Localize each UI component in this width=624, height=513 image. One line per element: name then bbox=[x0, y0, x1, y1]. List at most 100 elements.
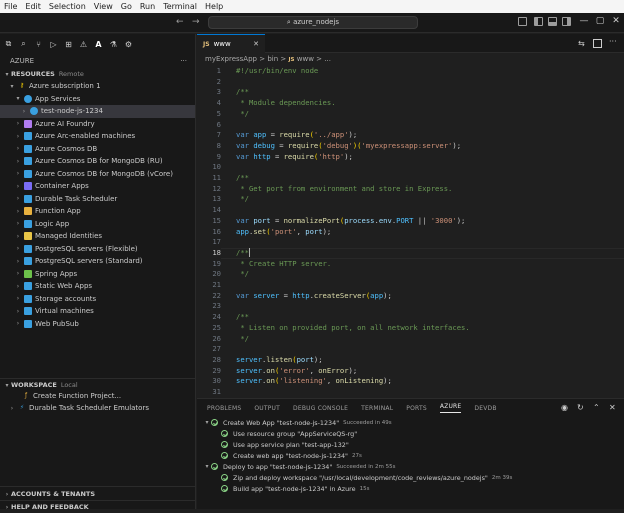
menu-go[interactable]: Go bbox=[121, 2, 132, 11]
tree-item-resource[interactable]: › Managed Identities bbox=[0, 230, 195, 243]
chevron-right-icon: › bbox=[16, 220, 20, 228]
tree-item-resource[interactable]: › Static Web Apps bbox=[0, 280, 195, 293]
tree-item-resource[interactable]: › Web PubSub bbox=[0, 318, 195, 331]
workspace-item-dts-emulators[interactable]: › ⚡ Durable Task Scheduler Emulators bbox=[0, 402, 149, 415]
split-editor-icon[interactable] bbox=[593, 39, 602, 48]
run-debug-icon[interactable]: ▷ bbox=[49, 40, 58, 49]
close-tab-icon[interactable]: ✕ bbox=[253, 40, 259, 48]
testing-icon[interactable]: ⚗ bbox=[109, 40, 118, 49]
success-check-icon bbox=[221, 474, 228, 481]
tree-item-subscription[interactable]: ▾ ⚷ Azure subscription 1 bbox=[0, 80, 195, 93]
code-editor[interactable]: 1 2 3 4 5 6 7 8 9 10 11 12 13 14 15 16 17 18 19 20 21 22 23 24 2… bbox=[197, 66, 624, 398]
activity-item[interactable]: Use resource group "AppServiceQS-rg" bbox=[203, 428, 624, 439]
menu-run[interactable]: Run bbox=[140, 2, 155, 11]
menu-edit[interactable]: Edit bbox=[25, 2, 41, 11]
settings-icon[interactable]: ⚙ bbox=[124, 40, 133, 49]
warning-icon[interactable]: ⚠ bbox=[79, 40, 88, 49]
menu-selection[interactable]: Selection bbox=[49, 2, 86, 11]
toggle-sidebar-icon[interactable] bbox=[534, 17, 543, 26]
tab-terminal[interactable]: TERMINAL bbox=[361, 405, 393, 412]
forward-arrow-icon[interactable]: → bbox=[192, 17, 200, 27]
minimize-icon[interactable]: — bbox=[578, 15, 590, 27]
copilot-icon[interactable] bbox=[518, 17, 527, 26]
tree-item-resource[interactable]: › Spring Apps bbox=[0, 268, 195, 281]
tree-item-resource[interactable]: › Azure Arc-enabled machines bbox=[0, 130, 195, 143]
line-number: 14 bbox=[212, 205, 221, 215]
chevron-right-icon: › bbox=[16, 145, 20, 153]
resources-section-header[interactable]: ▾ RESOURCES Remote bbox=[0, 68, 195, 80]
activity-item[interactable]: Use app service plan "test-app-132" bbox=[203, 439, 624, 450]
resource-type-icon bbox=[24, 257, 32, 266]
line-number: 30 bbox=[212, 376, 221, 386]
toggle-secondary-sidebar-icon[interactable] bbox=[562, 17, 571, 26]
breadcrumb-folder[interactable]: myExpressApp bbox=[205, 55, 257, 63]
resource-list: › Azure AI Foundry › Azure Arc-enabled mach… bbox=[0, 118, 195, 331]
activity-item[interactable]: Create web app "test-node-js-1234" 27s bbox=[203, 450, 624, 461]
tree-item-resource[interactable]: › Azure AI Foundry bbox=[0, 118, 195, 131]
tab-debug-console[interactable]: DEBUG CONSOLE bbox=[293, 405, 348, 412]
tree-item-resource[interactable]: › Storage accounts bbox=[0, 293, 195, 306]
tree-item-resource[interactable]: › Azure Cosmos DB bbox=[0, 143, 195, 156]
tab-ports[interactable]: PORTS bbox=[406, 405, 427, 412]
activity-text: Use resource group "AppServiceQS-rg" bbox=[233, 429, 358, 438]
azure-icon[interactable]: A bbox=[94, 40, 103, 49]
back-arrow-icon[interactable]: ← bbox=[176, 17, 184, 27]
chevron-down-icon: ▾ bbox=[16, 95, 20, 103]
maximize-icon[interactable]: ▢ bbox=[594, 15, 606, 27]
breadcrumb-separator: > bbox=[259, 55, 266, 63]
resource-type-icon bbox=[24, 207, 32, 216]
open-changes-icon[interactable]: ⇆ bbox=[578, 39, 585, 48]
menu-file[interactable]: File bbox=[4, 2, 17, 11]
workspace-item-create-function[interactable]: ƒ Create Function Project... bbox=[0, 390, 121, 403]
command-center-search[interactable]: ⌕ azure_nodejs bbox=[208, 16, 418, 29]
chevron-down-icon: ▾ bbox=[205, 463, 209, 470]
resource-type-icon bbox=[24, 319, 32, 328]
app-services-icon bbox=[24, 94, 32, 103]
tab-problems[interactable]: PROBLEMS bbox=[207, 405, 241, 412]
code-line: var app = require('../app'); bbox=[236, 130, 358, 140]
extensions-icon[interactable]: ⊞ bbox=[64, 40, 73, 49]
tree-item-resource[interactable]: › Logic App bbox=[0, 218, 195, 231]
more-actions-icon[interactable]: ··· bbox=[609, 37, 617, 46]
tree-item-resource[interactable]: › Virtual machines bbox=[0, 305, 195, 318]
explorer-icon[interactable]: ⧉ bbox=[4, 39, 13, 49]
source-control-icon[interactable]: ⑂ bbox=[34, 40, 43, 49]
line-number: 17 bbox=[212, 237, 221, 247]
tab-devdb[interactable]: DEVDB bbox=[474, 405, 496, 412]
tree-item-resource[interactable]: › Container Apps bbox=[0, 180, 195, 193]
tree-item-resource[interactable]: › Durable Task Scheduler bbox=[0, 193, 195, 206]
tree-item-resource[interactable]: › PostgreSQL servers (Standard) bbox=[0, 255, 195, 268]
close-panel-icon[interactable]: ✕ bbox=[609, 403, 616, 412]
maximize-panel-icon[interactable]: ⌃ bbox=[593, 403, 600, 412]
tab-www[interactable]: JS www ✕ bbox=[197, 34, 265, 53]
tab-azure[interactable]: AZURE bbox=[439, 403, 462, 413]
tree-item-resource[interactable]: › PostgreSQL servers (Flexible) bbox=[0, 243, 195, 256]
menu-terminal[interactable]: Terminal bbox=[163, 2, 197, 11]
tree-item-web-app[interactable]: › test-node-js-1234 bbox=[0, 105, 195, 118]
activity-item[interactable]: ▾ Create Web App "test-node-js-1234" Succe… bbox=[203, 417, 624, 428]
chevron-down-icon: ▾ bbox=[5, 381, 9, 389]
activity-item[interactable]: ▾ Deploy to app "test-node-js-1234" Succee… bbox=[203, 461, 624, 472]
tree-item-resource[interactable]: › Azure Cosmos DB for MongoDB (vCore) bbox=[0, 168, 195, 181]
refresh-icon[interactable]: ↻ bbox=[577, 403, 584, 412]
more-actions-icon[interactable]: ··· bbox=[180, 57, 187, 65]
help-section-header[interactable]: › HELP AND FEEDBACK bbox=[0, 501, 196, 513]
line-number: 8 bbox=[216, 140, 221, 150]
breadcrumb-symbol[interactable]: ... bbox=[324, 55, 331, 63]
activity-item[interactable]: Zip and deploy workspace "/usr/local/dev… bbox=[203, 472, 624, 483]
menu-view[interactable]: View bbox=[94, 2, 113, 11]
status-circle-icon[interactable]: ◉ bbox=[561, 403, 568, 412]
menu-help[interactable]: Help bbox=[205, 2, 223, 11]
search-view-icon[interactable]: ⌕ bbox=[19, 39, 28, 49]
activity-item[interactable]: Build app "test-node-js-1234" in Azure 15… bbox=[203, 483, 624, 494]
tree-item-resource[interactable]: › Function App bbox=[0, 205, 195, 218]
tab-output[interactable]: OUTPUT bbox=[254, 405, 280, 412]
breadcrumb-bin[interactable]: bin bbox=[267, 55, 278, 63]
tree-item-app-services[interactable]: ▾ App Services bbox=[0, 93, 195, 106]
toggle-panel-icon[interactable] bbox=[548, 17, 557, 26]
close-icon[interactable]: ✕ bbox=[610, 15, 622, 27]
code-line: * Get port from environment and store in… bbox=[236, 183, 453, 193]
tree-item-resource[interactable]: › Azure Cosmos DB for MongoDB (RU) bbox=[0, 155, 195, 168]
breadcrumb-file[interactable]: www bbox=[297, 55, 314, 63]
accounts-section-header[interactable]: › ACCOUNTS & TENANTS bbox=[0, 488, 196, 500]
